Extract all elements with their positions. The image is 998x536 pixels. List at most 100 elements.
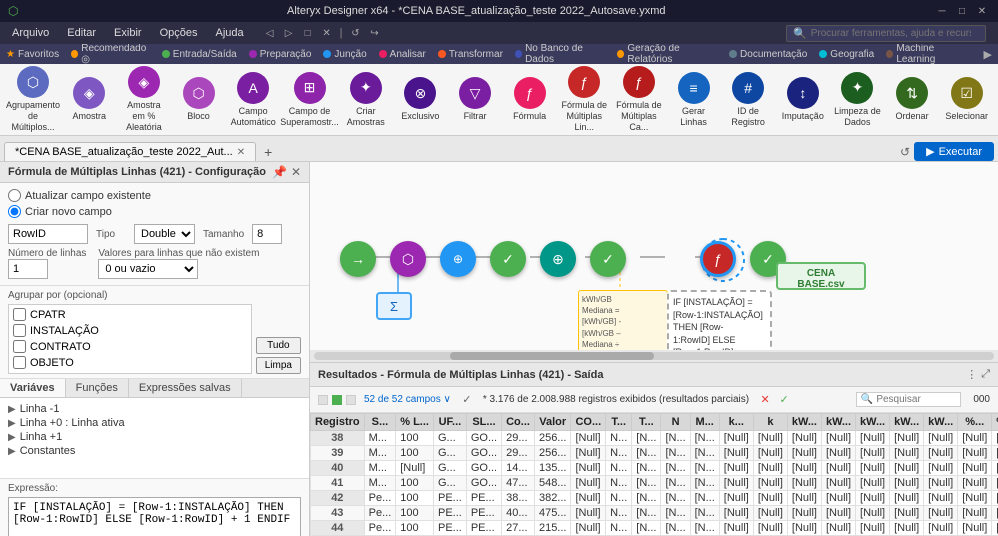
clear-filter-icon[interactable]: ✕ <box>757 392 773 408</box>
tool-limpeza-dados[interactable]: ✦ Limpeza de Dados <box>832 69 883 131</box>
var-tab-expr-salvas[interactable]: Expressões salvas <box>129 379 242 397</box>
checkbox-objeto-input[interactable] <box>13 356 26 369</box>
btn-tudo[interactable]: Tudo <box>256 337 301 354</box>
node-6[interactable]: ✓ <box>590 241 626 277</box>
tool-filtrar[interactable]: ▽ Filtrar <box>450 74 501 125</box>
btn-limpa[interactable]: Limpa <box>256 357 301 374</box>
table-cell: [Null] <box>924 431 958 446</box>
var-tab-variaveis[interactable]: Variáves <box>0 379 66 397</box>
fav-favoritos[interactable]: ★ Favoritos <box>6 49 59 60</box>
toolbar-icon-4[interactable]: ✕ <box>319 25 335 41</box>
fav-geografia[interactable]: Geografia <box>819 49 874 60</box>
col-k2: k <box>753 414 787 431</box>
results-search-input[interactable] <box>876 394 956 405</box>
checkbox-instalacao[interactable]: INSTALAÇÃO <box>11 323 249 338</box>
run-button[interactable]: ▶ Executar <box>914 142 994 161</box>
tool-campo-auto[interactable]: A Campo Automático <box>228 69 279 131</box>
canvas[interactable]: → ⬡ ⊕ ✓ ⊕ ✓ ƒ ✓ Σ kWh/GBMediana =[kWh/GB… <box>310 162 998 362</box>
menu-arquivo[interactable]: Arquivo <box>4 25 57 41</box>
checkbox-cpatr[interactable]: CPATR <box>11 307 249 322</box>
node-3[interactable]: ⊕ <box>440 241 476 277</box>
panel-close-icon[interactable]: ✕ <box>291 165 301 179</box>
checkbox-cpatr-input[interactable] <box>13 308 26 321</box>
results-options-icon[interactable]: ⋮ <box>966 368 977 381</box>
tool-criar-amostras[interactable]: ✦ Criar Amostras <box>341 69 392 131</box>
results-expand-icon[interactable]: ⤢ <box>981 368 990 381</box>
fav-transformar[interactable]: Transformar <box>438 49 503 60</box>
minimize-button[interactable]: ─ <box>934 3 950 19</box>
tool-exclusivo[interactable]: ⊗ Exclusivo <box>395 74 446 125</box>
tool-formula-mult-ca[interactable]: ƒ Fórmula de Múltiplas Ca... <box>614 64 665 136</box>
field-count[interactable]: 52 de 52 campos ∨ <box>364 394 451 405</box>
fav-juncao[interactable]: Junção <box>323 49 366 60</box>
node-1[interactable]: → <box>340 241 376 277</box>
tool-amostra-pct[interactable]: ◈ Amostra em % Aleatória <box>119 64 170 136</box>
tab-main[interactable]: *CENA BASE_atualização_teste 2022_Aut...… <box>4 142 256 161</box>
menu-editar[interactable]: Editar <box>59 25 104 41</box>
radio-create-input[interactable] <box>8 205 21 218</box>
toolbar-icon-redo[interactable]: ↪ <box>366 25 382 41</box>
maximize-button[interactable]: □ <box>954 3 970 19</box>
toolbar-icon-1[interactable]: ◁ <box>262 25 278 41</box>
tool-amostra[interactable]: ◈ Amostra <box>64 74 115 125</box>
var-item-linha-plus1[interactable]: ▶ Linha +1 <box>6 430 303 444</box>
tool-campo-super[interactable]: ⊞ Campo de Superamostr... <box>283 69 337 131</box>
node-5[interactable]: ⊕ <box>540 241 576 277</box>
tool-imputacao[interactable]: ↕ Imputação <box>778 74 829 125</box>
checkbox-contrato[interactable]: CONTRATO <box>11 339 249 354</box>
fav-analisar[interactable]: Analisar <box>379 49 426 60</box>
menu-opcoes[interactable]: Opções <box>152 25 206 41</box>
close-button[interactable]: ✕ <box>974 3 990 19</box>
apply-filter-icon[interactable]: ✓ <box>776 392 792 408</box>
tab-close-icon[interactable]: ✕ <box>237 147 245 158</box>
sigma-box[interactable]: Σ <box>376 292 412 320</box>
panel-pin-icon[interactable]: 📌 <box>272 165 287 179</box>
filter-icon-check[interactable]: ✓ <box>459 392 475 408</box>
menu-ajuda[interactable]: Ajuda <box>207 25 251 41</box>
radio-create[interactable]: Criar novo campo <box>8 205 301 218</box>
menu-exibir[interactable]: Exibir <box>106 25 150 41</box>
tool-ordenar[interactable]: ⇅ Ordenar <box>887 74 938 125</box>
canvas-undo-icon[interactable]: ↺ <box>900 145 910 159</box>
size-input[interactable] <box>252 224 282 244</box>
radio-update[interactable]: Atualizar campo existente <box>8 189 301 202</box>
var-item-linha-0[interactable]: ▶ Linha +0 : Linha ativa <box>6 416 303 430</box>
tab-add-button[interactable]: + <box>258 143 278 161</box>
checkbox-contrato-input[interactable] <box>13 340 26 353</box>
fav-machine-learning[interactable]: Machine Learning <box>886 44 967 64</box>
expr-textarea[interactable]: IF [INSTALAÇÃO] = [Row-1:INSTALAÇÃO] THE… <box>8 497 301 536</box>
tool-gerar-linhas[interactable]: ≡ Gerar Linhas <box>668 69 719 131</box>
tool-bloco[interactable]: ⬡ Bloco <box>173 74 224 125</box>
toolbar-icon-undo[interactable]: ↺ <box>347 25 363 41</box>
tool-formula[interactable]: ƒ Fórmula <box>504 74 555 125</box>
fav-entrada-saida[interactable]: Entrada/Saída <box>162 49 237 60</box>
num-lines-input[interactable] <box>8 259 48 279</box>
toolbar-icon-3[interactable]: □ <box>300 25 316 41</box>
var-item-constantes[interactable]: ▶ Constantes <box>6 444 303 458</box>
fav-relatorios[interactable]: Geração de Relatórios <box>617 44 717 64</box>
checkbox-instalacao-input[interactable] <box>13 324 26 337</box>
canvas-hscroll[interactable] <box>310 350 998 362</box>
tool-selecionar[interactable]: ☑ Selecionar <box>941 74 992 125</box>
tool-formula-mult-lin[interactable]: ƒ Fórmula de Múltiplas Lin... <box>559 64 610 136</box>
toolbar-icon-2[interactable]: ▷ <box>281 25 297 41</box>
fav-more[interactable]: ▶ <box>984 48 992 61</box>
node-4[interactable]: ✓ <box>490 241 526 277</box>
null-val-select[interactable]: 0 ou vazio Null <box>98 259 198 279</box>
fav-recomendado[interactable]: Recomendado ◎ <box>71 44 150 64</box>
field-name-input[interactable] <box>8 224 88 244</box>
tool-agrupamento[interactable]: ⬡ Agrupamento de Múltiplos... <box>6 64 60 136</box>
fav-banco-dados[interactable]: No Banco de Dados <box>515 44 605 64</box>
data-table[interactable]: Registro S... % L... UF... SL... Co... V… <box>310 413 998 536</box>
search-input[interactable] <box>811 28 971 39</box>
radio-update-input[interactable] <box>8 189 21 202</box>
fav-preparacao[interactable]: Preparação <box>249 49 312 60</box>
node-formula-multi[interactable]: ƒ <box>700 241 736 277</box>
node-2[interactable]: ⬡ <box>390 241 426 277</box>
var-tab-funcoes[interactable]: Funções <box>66 379 129 397</box>
checkbox-objeto[interactable]: OBJETO <box>11 355 249 370</box>
tool-id-registro[interactable]: # ID de Registro <box>723 69 774 131</box>
type-select[interactable]: Double String Int32 <box>134 224 195 244</box>
fav-documentacao[interactable]: Documentação <box>729 49 807 60</box>
var-item-linha-minus1[interactable]: ▶ Linha -1 <box>6 402 303 416</box>
